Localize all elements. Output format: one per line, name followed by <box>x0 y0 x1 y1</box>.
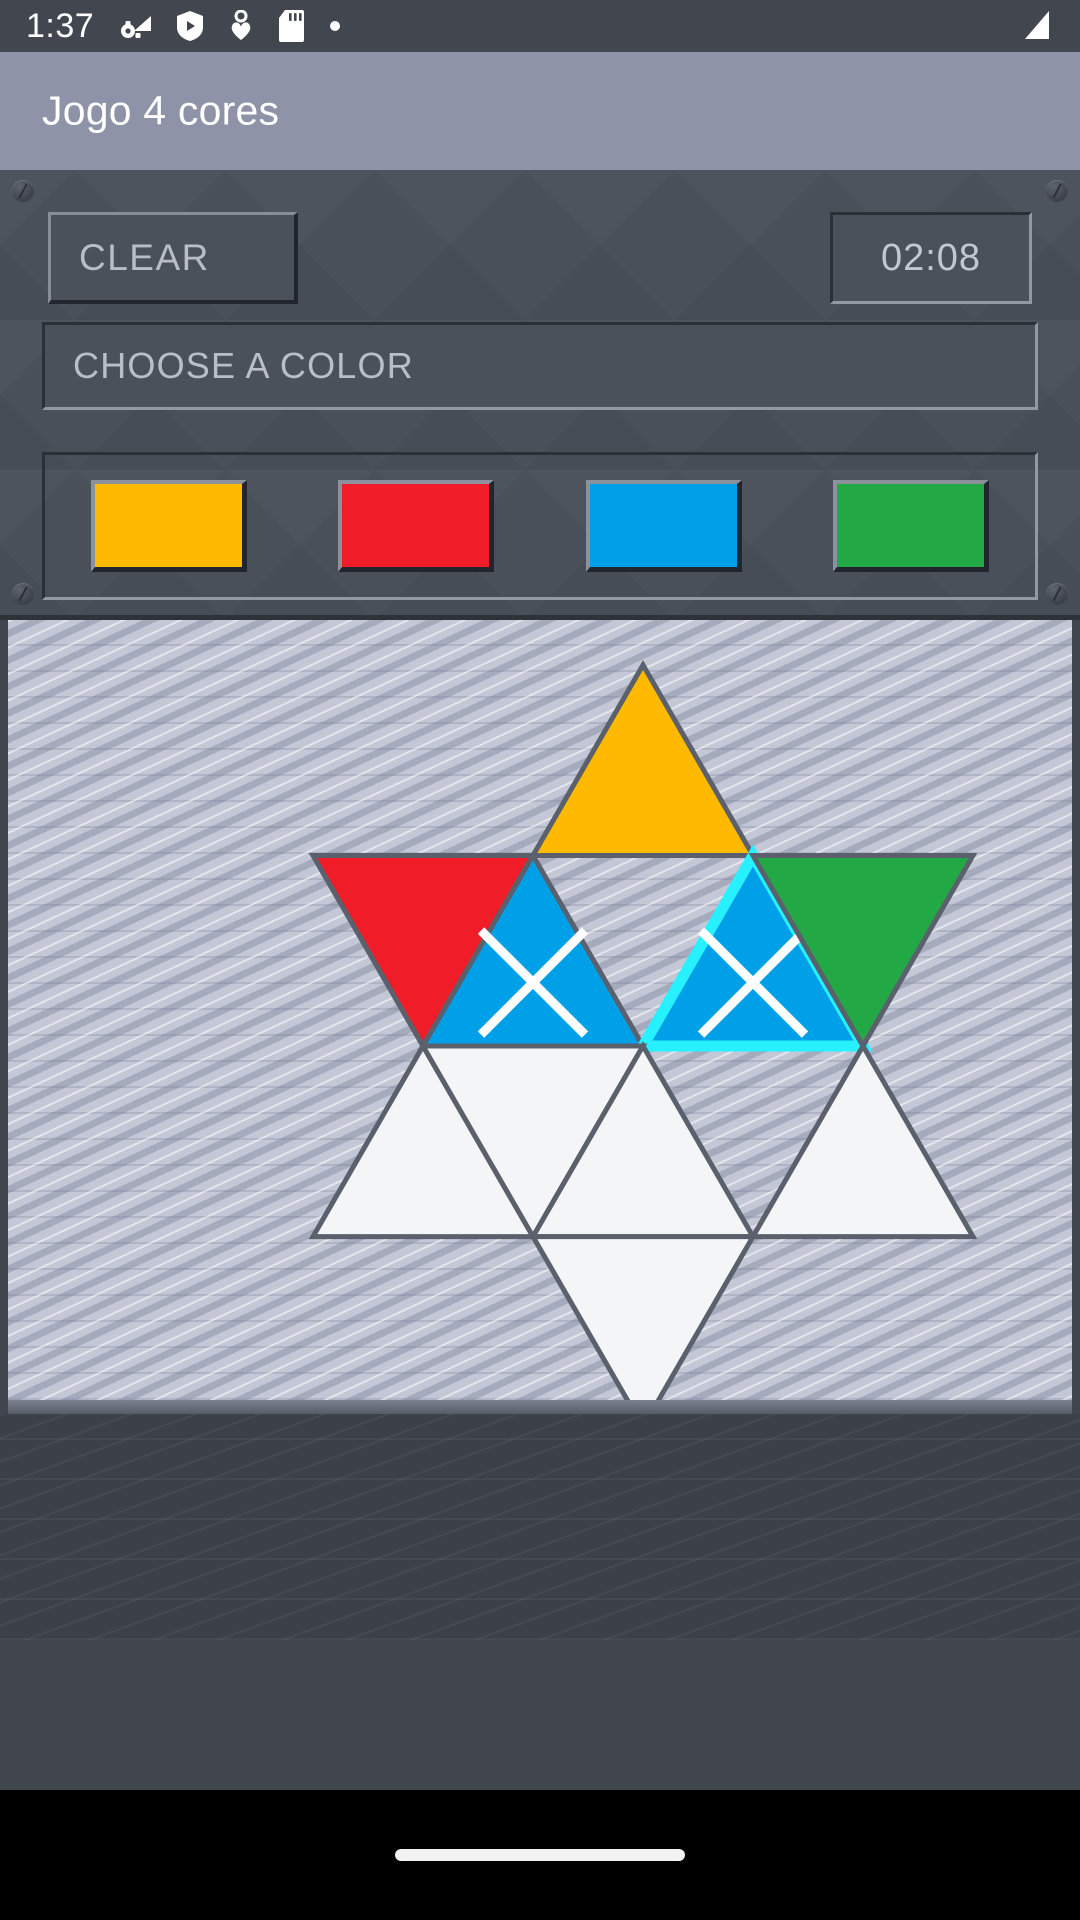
status-bar: 1:37 <box>0 0 1080 52</box>
board-base-panel <box>0 1414 1080 1640</box>
screw-icon <box>12 583 34 605</box>
triangle-fill <box>528 1234 758 1400</box>
game-board-area <box>0 620 1080 1790</box>
board-shadow <box>8 1400 1072 1414</box>
control-panel: CLEAR 02:08 CHOOSE A COLOR <box>0 170 1080 620</box>
heart-pin-icon <box>228 10 254 42</box>
page-title: Jogo 4 cores <box>42 87 280 134</box>
status-clock: 1:37 <box>26 6 95 45</box>
triangle-fill <box>528 659 758 859</box>
clear-button[interactable]: CLEAR <box>48 212 298 304</box>
system-nav-bar <box>0 1790 1080 1920</box>
app-bar: Jogo 4 cores <box>0 52 1080 170</box>
signal-icon <box>1018 9 1054 43</box>
color-swatch-yellow[interactable] <box>90 480 247 572</box>
screw-icon <box>1046 180 1068 202</box>
status-bar-right-group <box>994 9 1054 43</box>
color-swatch-blue[interactable] <box>585 480 742 572</box>
color-swatch-green[interactable] <box>833 480 990 572</box>
choose-a-color-label: CHOOSE A COLOR <box>42 322 1038 410</box>
screw-icon <box>12 180 34 202</box>
triangle-fill <box>748 1041 978 1240</box>
dot-icon <box>328 19 342 33</box>
triangle-cell-r2c5[interactable] <box>748 1041 978 1240</box>
game-board[interactable] <box>8 620 1072 1400</box>
color-swatch-bar <box>42 452 1038 600</box>
triangle-cell-r3c3[interactable] <box>528 1234 758 1400</box>
screw-icon <box>1046 583 1068 605</box>
home-pill[interactable] <box>395 1849 685 1861</box>
timer-display: 02:08 <box>830 212 1032 304</box>
sd-card-icon <box>278 9 305 43</box>
triangle-cell-r0c3[interactable] <box>528 659 758 859</box>
settings-wifi-icon <box>118 11 152 41</box>
triangle-grid <box>308 659 978 1400</box>
play-shield-icon <box>176 10 204 42</box>
color-swatch-red[interactable] <box>338 480 495 572</box>
